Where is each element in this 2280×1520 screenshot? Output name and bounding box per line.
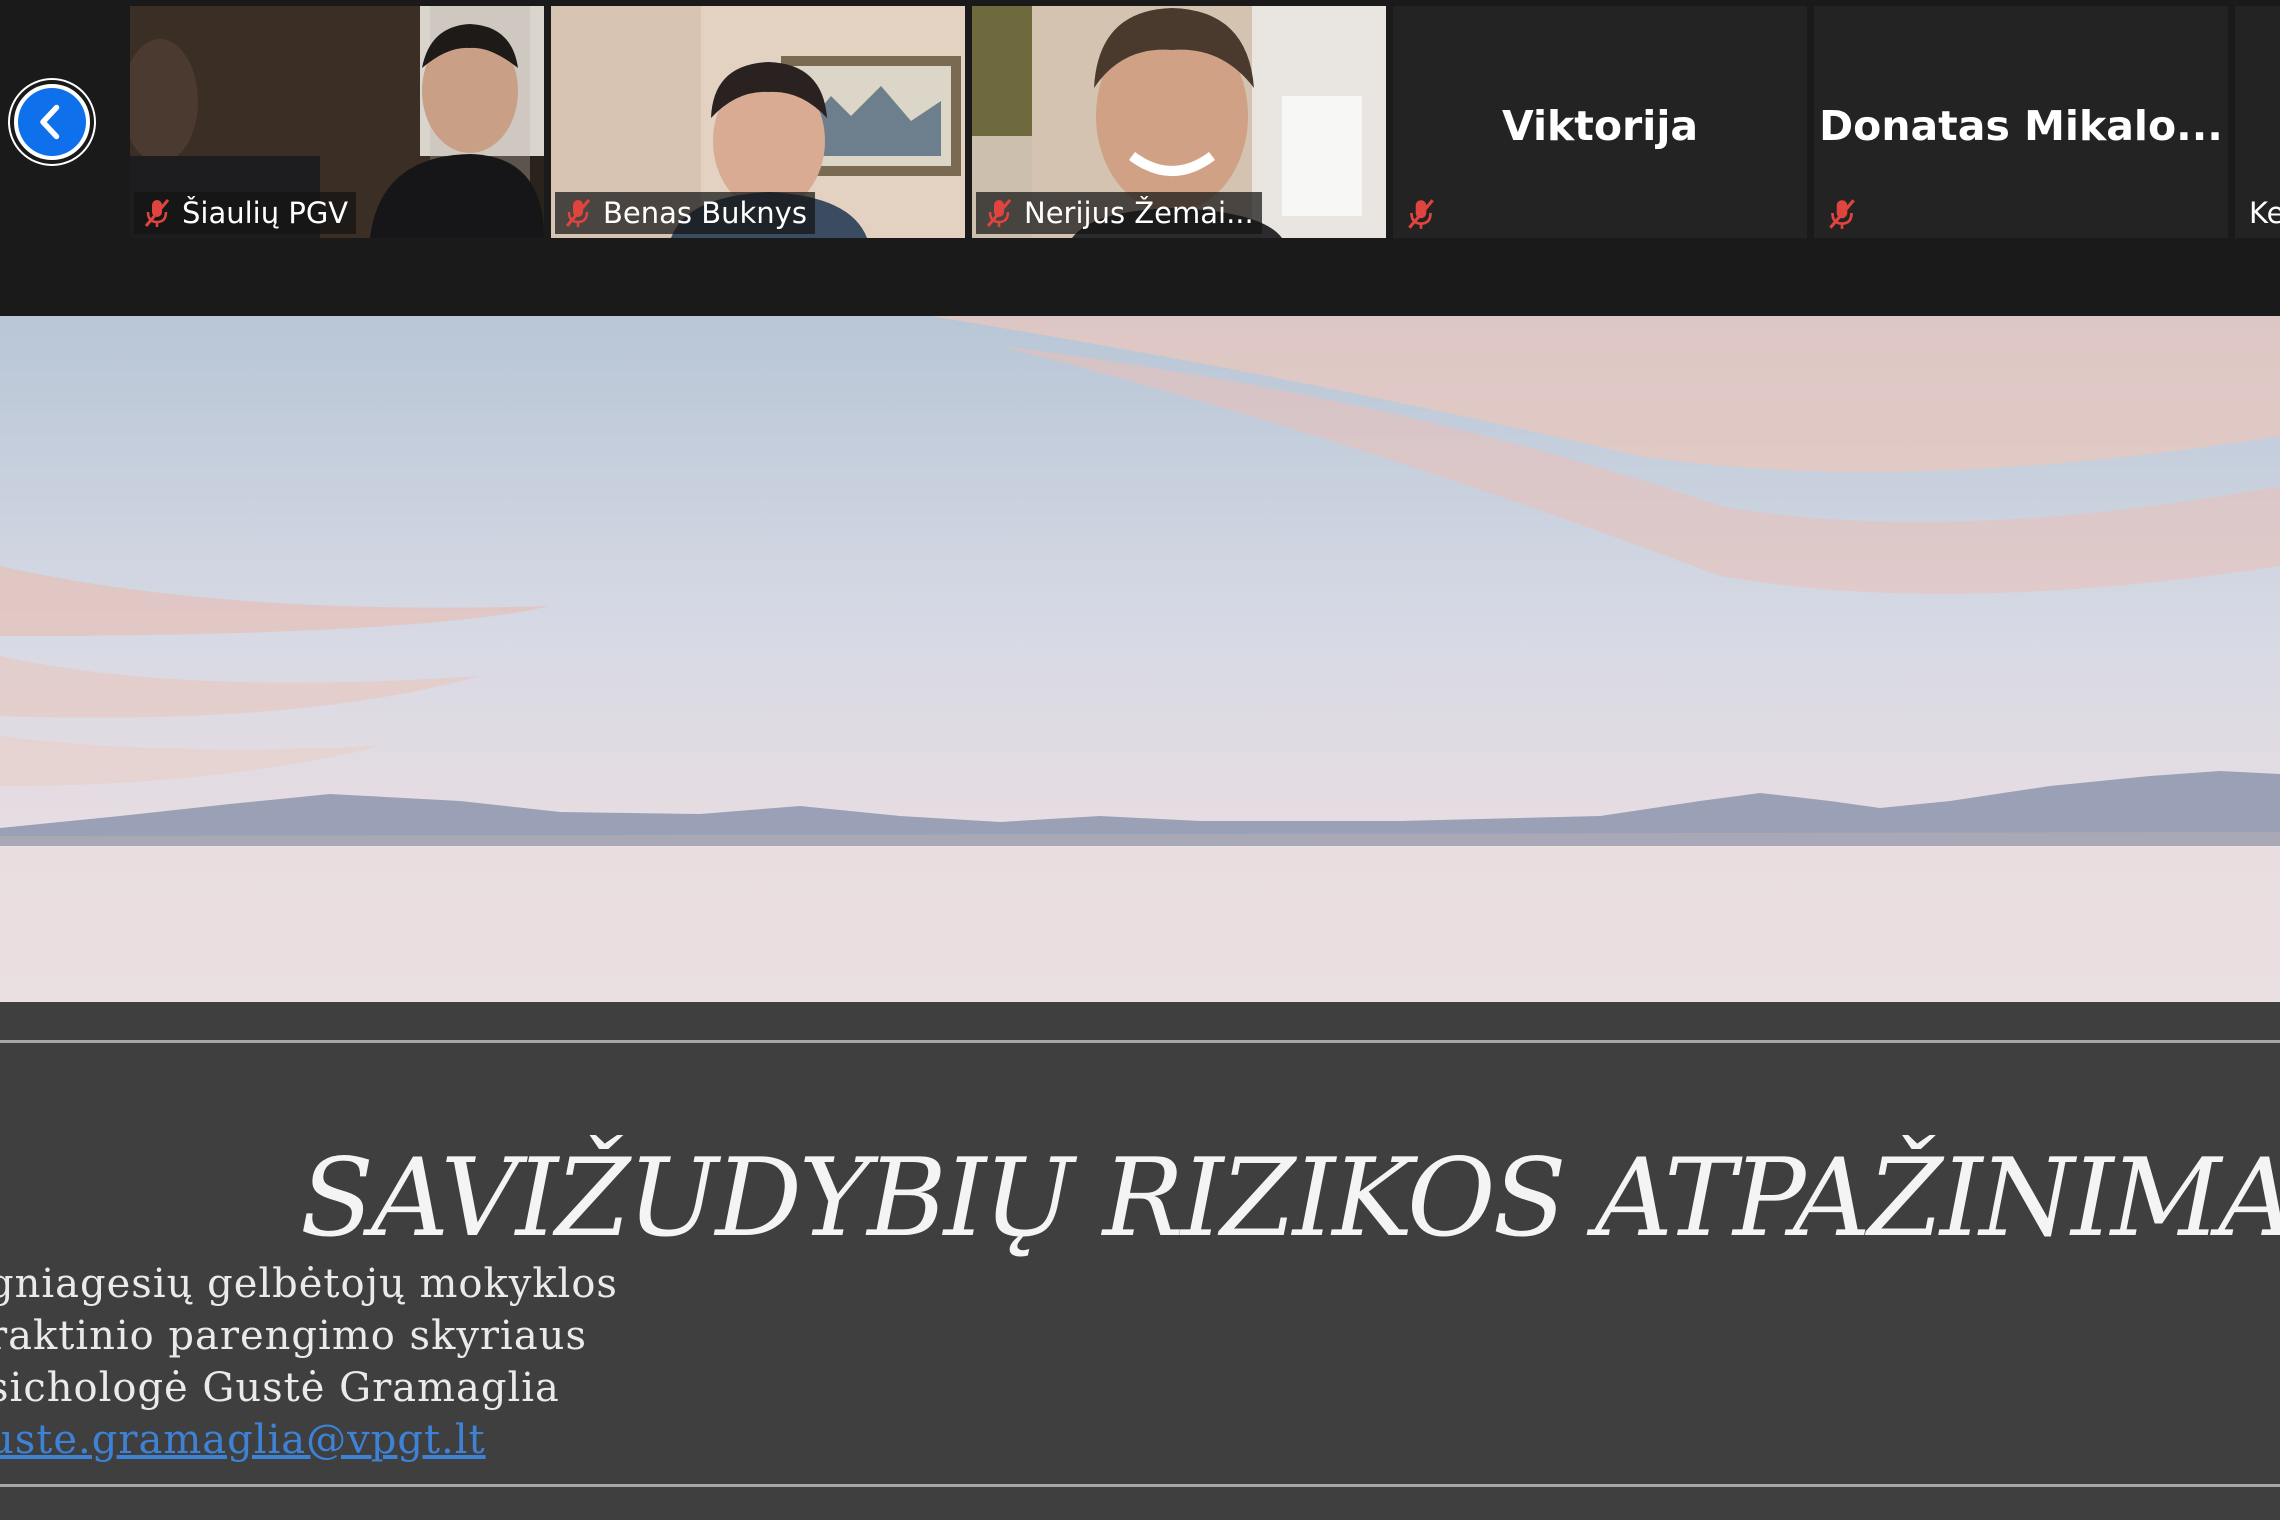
mic-muted-icon [1829, 199, 1855, 229]
participant-tile[interactable]: Šiaulių PGV [130, 6, 544, 238]
slide-title: SAVIŽUDYBIŲ RIZIKOS ATPAŽINIMAS [300, 1136, 2280, 1261]
author-line: sichologė Gustė Gramaglia [0, 1365, 560, 1411]
slide-divider-bottom [0, 1484, 2280, 1487]
previous-page-button[interactable] [10, 80, 94, 164]
participant-tile[interactable]: Nerijus Žemai... [972, 6, 1386, 238]
chevron-left-icon [40, 104, 60, 140]
participant-tile[interactable]: Viktorija [1393, 6, 1807, 238]
slide-author-block: gniagesių gelbėtojų mokyklos raktinio pa… [0, 1258, 618, 1466]
participant-strip: Šiaulių PGV Benas Buknys Nerijus Žemai..… [0, 0, 2280, 316]
participant-tile[interactable]: Donatas Mikalo... [1814, 6, 2228, 238]
author-email-link[interactable]: uste.gramaglia@vpgt.lt [0, 1414, 618, 1466]
participant-tile[interactable]: Ke [2235, 6, 2280, 238]
mic-muted-icon [144, 199, 170, 227]
participant-name: Šiaulių PGV [182, 196, 349, 230]
participant-name: Benas Buknys [603, 196, 807, 230]
participant-tile[interactable]: Benas Buknys [551, 6, 965, 238]
mic-muted-icon [986, 199, 1012, 227]
slide-divider-top [0, 1040, 2280, 1043]
mic-muted-icon [1408, 199, 1434, 229]
author-line: raktinio parengimo skyriaus [0, 1313, 587, 1359]
participant-name: Ke [2249, 196, 2280, 230]
author-line: gniagesių gelbėtojų mokyklos [0, 1261, 618, 1307]
slide-landscape-image [0, 316, 2280, 1002]
participant-name: Donatas Mikalo... [1819, 102, 2223, 150]
participant-name: Nerijus Žemai... [1024, 196, 1254, 230]
mic-muted-icon [565, 199, 591, 227]
participant-name: Viktorija [1501, 102, 1699, 150]
